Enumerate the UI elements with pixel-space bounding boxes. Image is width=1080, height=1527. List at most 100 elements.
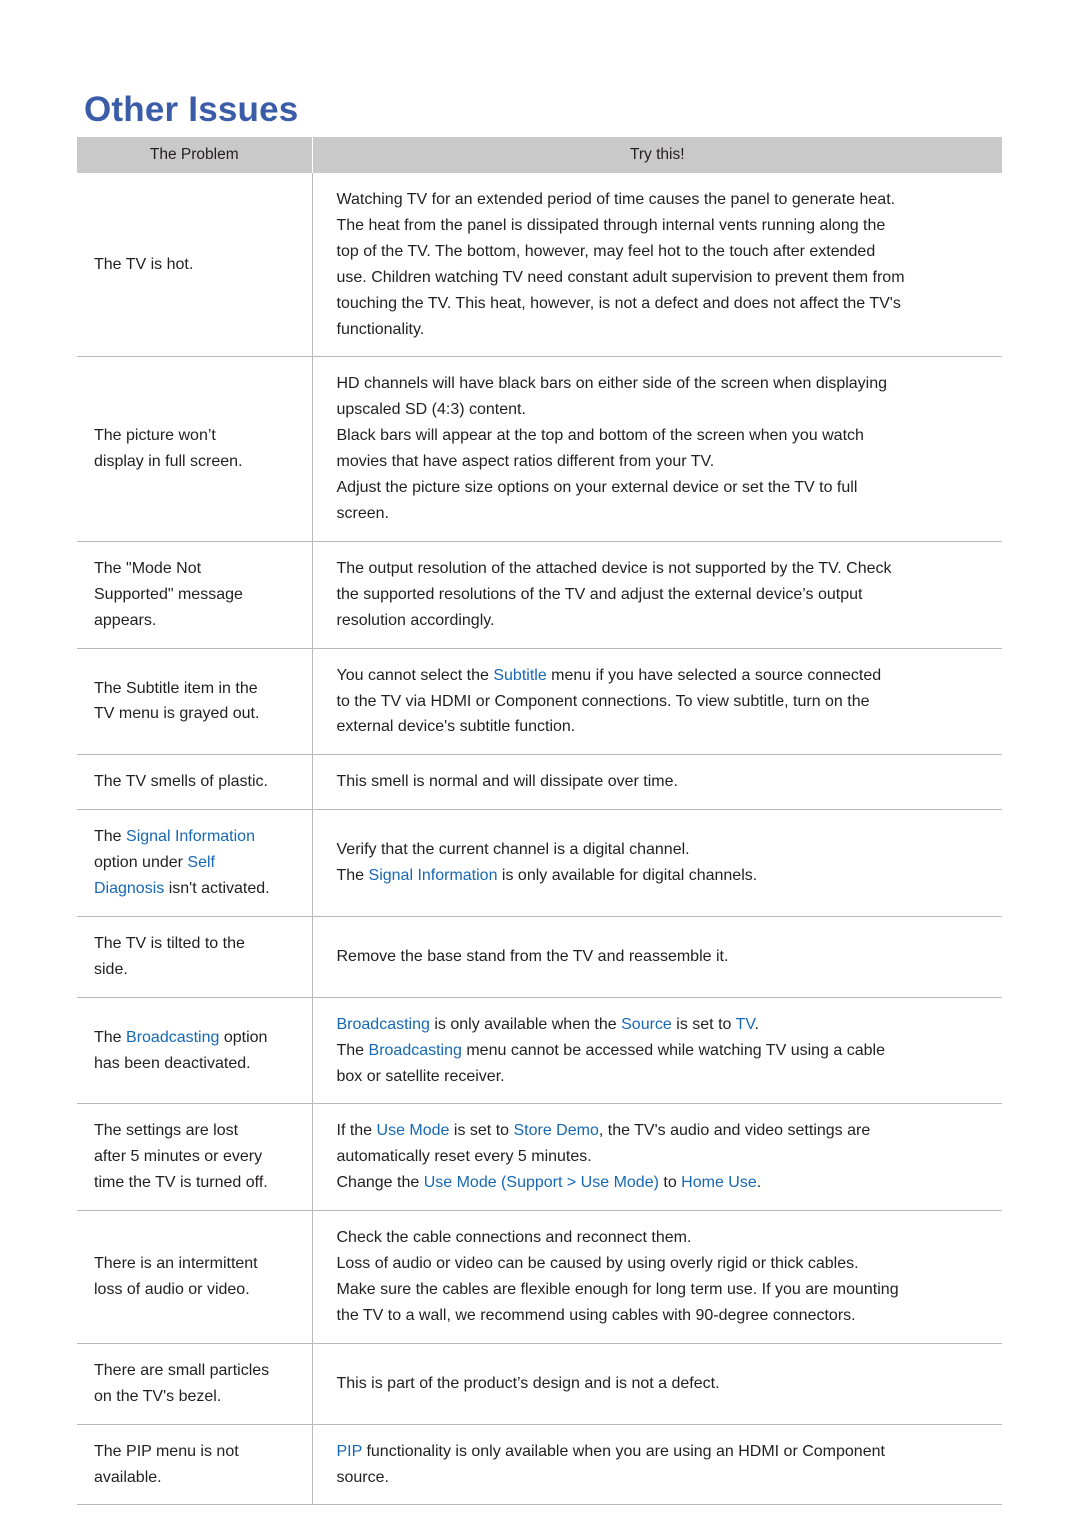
- problem-line: Supported" message: [94, 585, 243, 603]
- other-issues-table: The Problem Try this! The TV is hot. Watc…: [77, 137, 1002, 1506]
- solution-line: Check the cable connections and reconnec…: [336, 1229, 692, 1247]
- highlighted-term: Signal Information: [126, 828, 255, 846]
- solution-line: top of the TV. The bottom, however, may …: [336, 242, 876, 260]
- text-segment: box or satellite receiver.: [336, 1067, 505, 1085]
- solution-line: external device's subtitle function.: [337, 714, 989, 740]
- problem-line: The "Mode Not: [94, 559, 202, 577]
- table-row: The TV smells of plastic. This smell is n…: [77, 754, 1002, 811]
- text-segment: You cannot select the: [336, 666, 494, 684]
- text-segment: .: [756, 1174, 762, 1192]
- solution-line: box or satellite receiver.: [337, 1064, 989, 1090]
- table-row: The settings are lost after 5 minutes or …: [77, 1103, 1002, 1212]
- table-row: The Subtitle item in the TV menu is graye…: [77, 647, 1002, 756]
- solution-line: Broadcasting is only available when the …: [337, 1012, 989, 1038]
- solution-cell: Watching TV for an extended period of ti…: [312, 173, 1002, 358]
- highlighted-term: >: [562, 1174, 581, 1192]
- text-segment: .: [754, 1015, 759, 1033]
- problem-line: time the TV is turned off.: [94, 1174, 268, 1192]
- solution-line: Black bars will appear at the top and bo…: [336, 427, 864, 445]
- solution-line: The Broadcasting menu cannot be accessed…: [337, 1038, 989, 1064]
- solution-line: functionality.: [336, 320, 425, 338]
- solution-cell: Check the cable connections and reconnec…: [312, 1210, 1002, 1344]
- table-row: The TV is tilted to the side. Remove the b…: [77, 915, 1002, 998]
- text-segment: is only available when the: [429, 1015, 622, 1033]
- problem-line: available.: [94, 1468, 162, 1486]
- problem-line: has been deactivated.: [94, 1051, 302, 1077]
- column-header-problem: The Problem: [77, 137, 313, 173]
- problem-cell: The TV is tilted to the side.: [77, 915, 313, 998]
- highlighted-term: Broadcasting: [368, 1041, 462, 1059]
- text-segment: , the TV's audio and video settings are: [598, 1122, 871, 1140]
- problem-line: display in full screen.: [94, 453, 243, 471]
- solution-line: Remove the base stand from the TV and re…: [336, 947, 729, 965]
- problem-line: The PIP menu is not: [94, 1442, 239, 1460]
- problem-line: There is an intermittent: [94, 1255, 258, 1273]
- highlighted-term: Subtitle: [493, 666, 547, 684]
- problem-cell: There is an intermittent loss of audio or…: [77, 1210, 313, 1344]
- text-segment: has been deactivated.: [94, 1054, 251, 1072]
- solution-cell: The output resolution of the attached de…: [312, 540, 1002, 649]
- text-segment: source.: [336, 1468, 389, 1486]
- solution-line: Loss of audio or video can be caused by …: [336, 1255, 859, 1273]
- text-segment: The: [94, 828, 127, 846]
- problem-line: There are small particles: [94, 1361, 270, 1379]
- solution-line: If the Use Mode is set to Store Demo, th…: [337, 1118, 989, 1144]
- problem-line: on the TV's bezel.: [94, 1387, 222, 1405]
- solution-cell: Verify that the current channel is a dig…: [312, 809, 1002, 917]
- text-segment: to the TV via HDMI or Component connecti…: [336, 692, 870, 710]
- document-page: Other Issues The Problem Try this! The T…: [0, 0, 1080, 1527]
- problem-line: TV menu is grayed out.: [94, 705, 260, 723]
- problem-cell: The picture won’t display in full screen.: [77, 356, 313, 542]
- text-segment: is only available for digital channels.: [497, 867, 758, 885]
- solution-line: Change the Use Mode (Support > Use Mode)…: [337, 1170, 989, 1196]
- highlighted-term: Support: [506, 1174, 563, 1192]
- solution-cell: PIP functionality is only available when…: [312, 1423, 1002, 1506]
- problem-cell: The TV is hot.: [77, 173, 313, 358]
- solution-line: You cannot select the Subtitle menu if y…: [337, 663, 989, 689]
- text-segment: automatically reset every 5 minutes.: [336, 1148, 592, 1166]
- text-segment: menu if you have selected a source conne…: [546, 666, 882, 684]
- solution-cell: If the Use Mode is set to Store Demo, th…: [312, 1103, 1002, 1212]
- problem-cell: The Subtitle item in the TV menu is graye…: [77, 647, 313, 756]
- solution-cell: Broadcasting is only available when the …: [312, 996, 1002, 1105]
- problem-line: The TV is tilted to the: [94, 934, 245, 952]
- problem-line: The picture won’t: [94, 427, 216, 445]
- solution-line: PIP functionality is only available when…: [337, 1439, 989, 1465]
- solution-line: This is part of the product’s design and…: [336, 1374, 720, 1392]
- problem-cell: The PIP menu is not available.: [77, 1423, 313, 1506]
- text-segment: Verify that the current channel is a dig…: [336, 841, 690, 859]
- text-segment: menu cannot be accessed while watching T…: [461, 1041, 885, 1059]
- problem-line: loss of audio or video.: [94, 1281, 250, 1298]
- highlighted-term: Use Mode: [376, 1122, 450, 1140]
- solution-line: screen.: [336, 504, 389, 522]
- solution-line: source.: [337, 1465, 989, 1491]
- problem-line: The Broadcasting option: [94, 1025, 302, 1051]
- text-segment: functionality is only available when you…: [362, 1442, 885, 1460]
- highlighted-term: Home Use: [681, 1174, 757, 1192]
- solution-line: Adjust the picture size options on your …: [336, 479, 858, 497]
- text-segment: option under: [94, 854, 188, 872]
- problem-line: The Subtitle item in the: [94, 679, 258, 697]
- highlighted-term: Use Mode: [423, 1174, 497, 1192]
- solution-line: touching the TV. This heat, however, is …: [336, 294, 901, 312]
- table-body: The TV is hot. Watching TV for an extende…: [77, 173, 1002, 1506]
- problem-cell: The Signal Information option under Self D…: [77, 809, 313, 917]
- text-segment: The: [336, 1041, 369, 1059]
- solution-cell: HD channels will have black bars on eith…: [312, 356, 1002, 542]
- table-row: The TV is hot. Watching TV for an extende…: [77, 173, 1002, 358]
- solution-line: HD channels will have black bars on eith…: [336, 375, 888, 393]
- text-segment: external device's subtitle function.: [336, 718, 576, 736]
- text-segment: Change the: [336, 1174, 424, 1192]
- solution-line: movies that have aspect ratios different…: [336, 453, 715, 471]
- text-segment: The: [94, 1028, 127, 1046]
- highlighted-term: Self: [187, 854, 215, 872]
- problem-line: side.: [94, 960, 128, 978]
- highlighted-term: Diagnosis: [94, 880, 165, 898]
- text-segment: option: [219, 1028, 268, 1046]
- solution-line: The output resolution of the attached de…: [336, 559, 892, 577]
- highlighted-term: Use Mode: [580, 1174, 654, 1192]
- text-segment: If the: [336, 1122, 377, 1140]
- problem-line: The settings are lost: [94, 1122, 239, 1140]
- solution-line: Verify that the current channel is a dig…: [337, 837, 989, 863]
- problem-cell: The Broadcasting option has been deactiva…: [77, 996, 313, 1105]
